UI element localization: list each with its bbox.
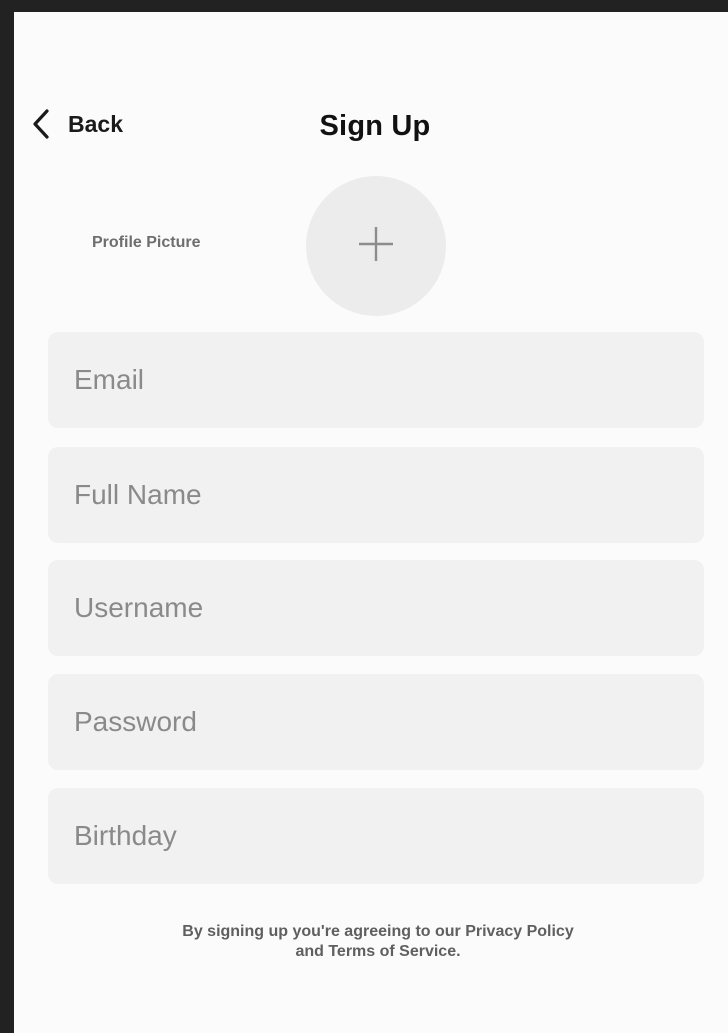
profile-picture-label: Profile Picture [92, 234, 201, 251]
legal-notice-line-2: and Terms of Service. [295, 943, 461, 960]
add-profile-picture-button[interactable] [306, 176, 446, 316]
birthday-field[interactable] [48, 788, 704, 884]
plus-icon [358, 226, 394, 267]
password-field[interactable] [48, 674, 704, 770]
signup-screen: Back Sign Up Profile Picture By signing … [14, 12, 728, 1033]
username-field[interactable] [48, 560, 704, 656]
full-name-field[interactable] [48, 447, 704, 543]
legal-notice: By signing up you're agreeing to our Pri… [14, 922, 728, 962]
page-title: Sign Up [319, 110, 431, 142]
email-field[interactable] [48, 332, 704, 428]
legal-notice-line-1: By signing up you're agreeing to our Pri… [182, 923, 574, 940]
